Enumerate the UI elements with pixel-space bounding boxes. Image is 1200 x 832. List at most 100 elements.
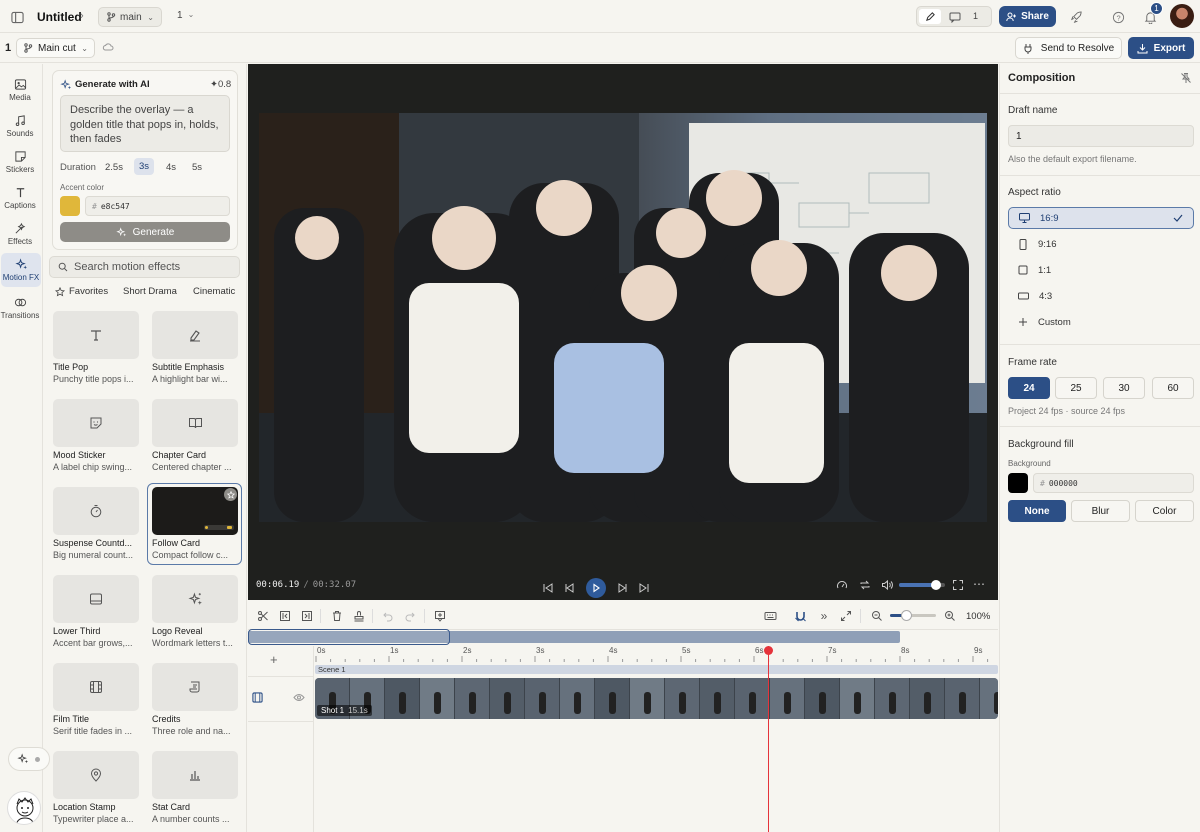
fps-option-30[interactable]: 30 xyxy=(1103,377,1145,399)
more-options-icon[interactable]: ⋯ xyxy=(973,578,985,590)
video-frame[interactable] xyxy=(259,113,987,522)
expand-icon[interactable] xyxy=(838,608,854,624)
help-icon[interactable]: ? xyxy=(1110,9,1126,25)
send-to-resolve-button[interactable]: Send to Resolve xyxy=(1015,37,1122,59)
add-marker-icon[interactable] xyxy=(432,608,448,624)
fill-option-none[interactable]: None xyxy=(1008,500,1066,522)
effect-card-stat-card[interactable] xyxy=(152,751,238,799)
ai-assistant-toggle[interactable] xyxy=(8,747,50,771)
effect-card-film-title[interactable] xyxy=(53,663,139,711)
fullscreen-icon[interactable] xyxy=(952,579,964,591)
zoom-in-icon[interactable] xyxy=(942,608,958,624)
duration-option-4s[interactable]: 4s xyxy=(166,162,176,173)
undo-icon[interactable] xyxy=(380,608,396,624)
time-ruler[interactable]: 0s 1s 2s 3s 4s 5s 6s 7s 8s 9s xyxy=(315,646,998,662)
skip-to-start-icon[interactable] xyxy=(542,582,554,594)
aspect-option-1-1[interactable]: 1:1 xyxy=(1008,259,1194,281)
branch-selector[interactable]: main ⌄ xyxy=(98,7,162,27)
add-track-icon[interactable]: + xyxy=(270,652,278,667)
avatar[interactable] xyxy=(1170,4,1194,28)
search-field[interactable]: Search motion effects xyxy=(49,256,240,278)
fill-option-color[interactable]: Color xyxy=(1135,500,1194,522)
duration-option-5s[interactable]: 5s xyxy=(192,162,202,173)
effect-card-title-pop[interactable] xyxy=(53,311,139,359)
rocket-icon[interactable] xyxy=(1068,9,1084,25)
effect-card-location-stamp[interactable] xyxy=(53,751,139,799)
video-clip[interactable]: Shot 1 15.1s xyxy=(315,678,998,719)
zoom-knob[interactable] xyxy=(901,610,912,621)
skip-to-end-icon[interactable] xyxy=(638,582,650,594)
scissors-icon[interactable] xyxy=(255,608,271,624)
magnet-snap-icon[interactable] xyxy=(792,608,808,624)
aspect-option-custom[interactable]: Custom xyxy=(1008,311,1194,333)
aspect-option-4-3[interactable]: 4:3 xyxy=(1008,285,1194,307)
rail-item-effects[interactable]: Effects xyxy=(0,217,40,251)
playhead-handle[interactable] xyxy=(763,646,773,655)
aspect-option-9-16[interactable]: 9:16 xyxy=(1008,233,1194,255)
effect-card-mood-sticker[interactable] xyxy=(53,399,139,447)
effect-card-chapter-card[interactable] xyxy=(152,399,238,447)
stamp-icon[interactable] xyxy=(351,608,367,624)
rail-item-sounds[interactable]: Sounds xyxy=(0,109,40,143)
fps-option-25[interactable]: 25 xyxy=(1055,377,1097,399)
trash-icon[interactable] xyxy=(329,608,345,624)
rail-item-captions[interactable]: Captions xyxy=(0,181,40,215)
accent-hex-input[interactable]: # e8c547 xyxy=(85,196,230,216)
ai-prompt-input[interactable]: Describe the overlay — a golden title th… xyxy=(60,95,230,152)
duration-option-2.5s[interactable]: 2.5s xyxy=(105,162,123,173)
rail-item-media[interactable]: Media xyxy=(0,73,40,107)
favorite-star-icon[interactable] xyxy=(224,488,237,501)
chevron-right-icon: › xyxy=(80,10,84,22)
pencil-icon[interactable] xyxy=(919,9,941,24)
effect-card-subtitle-emphasis[interactable] xyxy=(152,311,238,359)
generate-button[interactable]: Generate xyxy=(60,222,230,242)
chevrons-right-icon[interactable]: » xyxy=(816,608,832,624)
keyboard-icon[interactable] xyxy=(762,608,778,624)
fps-option-24[interactable]: 24 xyxy=(1008,377,1050,399)
speed-icon[interactable] xyxy=(836,579,848,591)
version-selector[interactable]: 1 ⌄ xyxy=(177,10,194,21)
accent-color-swatch[interactable] xyxy=(60,196,80,216)
fill-option-blur[interactable]: Blur xyxy=(1071,500,1130,522)
background-color-swatch[interactable] xyxy=(1008,473,1028,493)
effect-card-logo-reveal[interactable] xyxy=(152,575,238,623)
sidebar-toggle-icon[interactable] xyxy=(9,9,25,25)
project-title[interactable]: Untitled xyxy=(37,10,82,24)
rail-item-stickers[interactable]: Stickers xyxy=(0,145,40,179)
mascot-avatar[interactable] xyxy=(7,791,41,825)
duration-option-3s[interactable]: 3s xyxy=(134,158,154,175)
cut-selector[interactable]: Main cut ⌄ xyxy=(16,38,95,58)
zoom-slider[interactable] xyxy=(890,610,936,621)
filmstrip-frame xyxy=(735,678,770,719)
play-button[interactable] xyxy=(586,578,606,598)
trim-end-icon[interactable] xyxy=(299,608,315,624)
effect-card-suspense-countdown[interactable] xyxy=(53,487,139,535)
volume-slider[interactable] xyxy=(899,580,945,590)
filter-short-drama[interactable]: Short Drama xyxy=(123,286,177,297)
step-forward-icon[interactable] xyxy=(616,582,628,594)
background-hex-input[interactable]: #000000 xyxy=(1033,473,1194,493)
draft-name-input[interactable]: 1 xyxy=(1008,125,1194,147)
eye-icon[interactable] xyxy=(293,693,305,702)
volume-knob[interactable] xyxy=(930,580,941,590)
trim-start-icon[interactable] xyxy=(277,608,293,624)
effect-card-lower-third[interactable] xyxy=(53,575,139,623)
rail-item-transitions[interactable]: Transitions xyxy=(0,291,40,325)
unpin-icon[interactable] xyxy=(1180,72,1192,84)
share-button[interactable]: Share xyxy=(999,6,1056,27)
aspect-option-16-9[interactable]: 16:9 xyxy=(1008,207,1194,229)
volume-icon[interactable] xyxy=(881,579,893,591)
export-button[interactable]: Export xyxy=(1128,37,1194,59)
loop-icon[interactable] xyxy=(859,579,871,591)
zoom-out-icon[interactable] xyxy=(869,608,885,624)
effect-card-credits[interactable] xyxy=(152,663,238,711)
filter-cinematic[interactable]: Cinematic xyxy=(193,286,235,297)
comment-icon[interactable] xyxy=(947,10,963,24)
redo-icon[interactable] xyxy=(402,608,418,624)
filter-favorites[interactable]: Favorites xyxy=(55,286,108,297)
rail-item-motion-fx[interactable]: Motion FX xyxy=(1,253,41,287)
playhead[interactable] xyxy=(763,646,773,832)
timeline-viewport-window[interactable] xyxy=(248,629,450,645)
step-back-icon[interactable] xyxy=(564,582,576,594)
fps-option-60[interactable]: 60 xyxy=(1152,377,1194,399)
